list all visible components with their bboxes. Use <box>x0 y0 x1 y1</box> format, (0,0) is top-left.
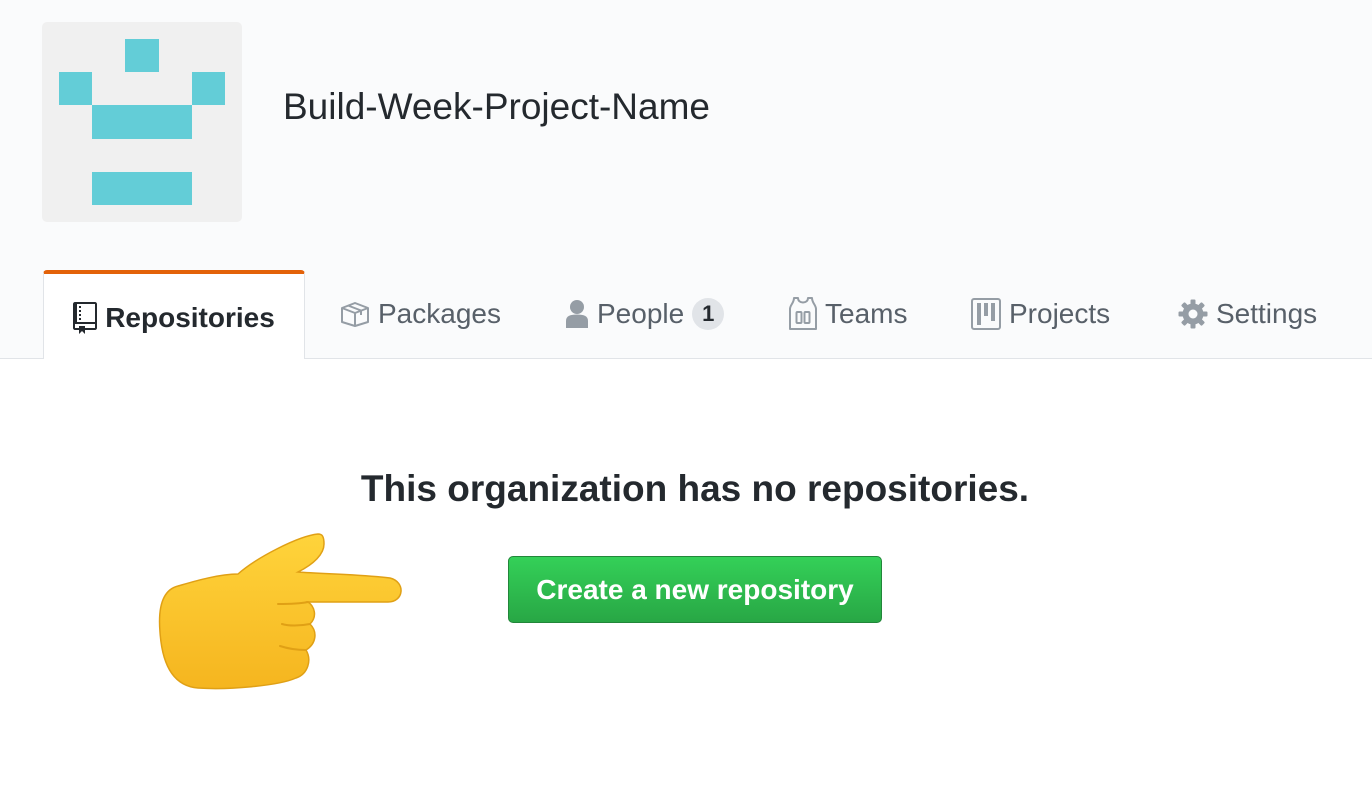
tab-label: Settings <box>1216 298 1318 329</box>
create-repository-button[interactable]: Create a new repository <box>508 556 882 623</box>
project-icon <box>971 298 1001 330</box>
org-avatar[interactable] <box>42 22 242 222</box>
tab-label: Repositories <box>105 301 275 333</box>
tab-label: Packages <box>378 298 501 329</box>
org-nav-tabs: Repositories Packages People 1 Teams Pro… <box>0 270 1372 359</box>
tab-packages[interactable]: Packages <box>340 270 501 358</box>
org-header: Build-Week-Project-Name Repositories Pac… <box>0 0 1372 359</box>
gear-icon <box>1178 299 1208 329</box>
package-icon <box>340 301 370 327</box>
tab-teams[interactable]: Teams <box>789 270 907 358</box>
pointing-hand-icon <box>158 533 402 690</box>
tab-repositories[interactable]: Repositories <box>43 270 305 359</box>
org-name: Build-Week-Project-Name <box>283 86 710 127</box>
people-count-badge: 1 <box>692 298 725 330</box>
jersey-icon <box>789 297 817 331</box>
tab-label: People <box>597 298 685 329</box>
empty-state-title: This organization has no repositories. <box>360 468 1030 509</box>
tab-people[interactable]: People 1 <box>565 270 725 358</box>
tab-projects[interactable]: Projects <box>971 270 1110 358</box>
repo-icon <box>73 301 98 334</box>
tab-label: Projects <box>1009 298 1111 329</box>
person-icon <box>565 299 589 329</box>
tab-label: Teams <box>825 298 908 329</box>
tab-settings[interactable]: Settings <box>1178 270 1317 358</box>
